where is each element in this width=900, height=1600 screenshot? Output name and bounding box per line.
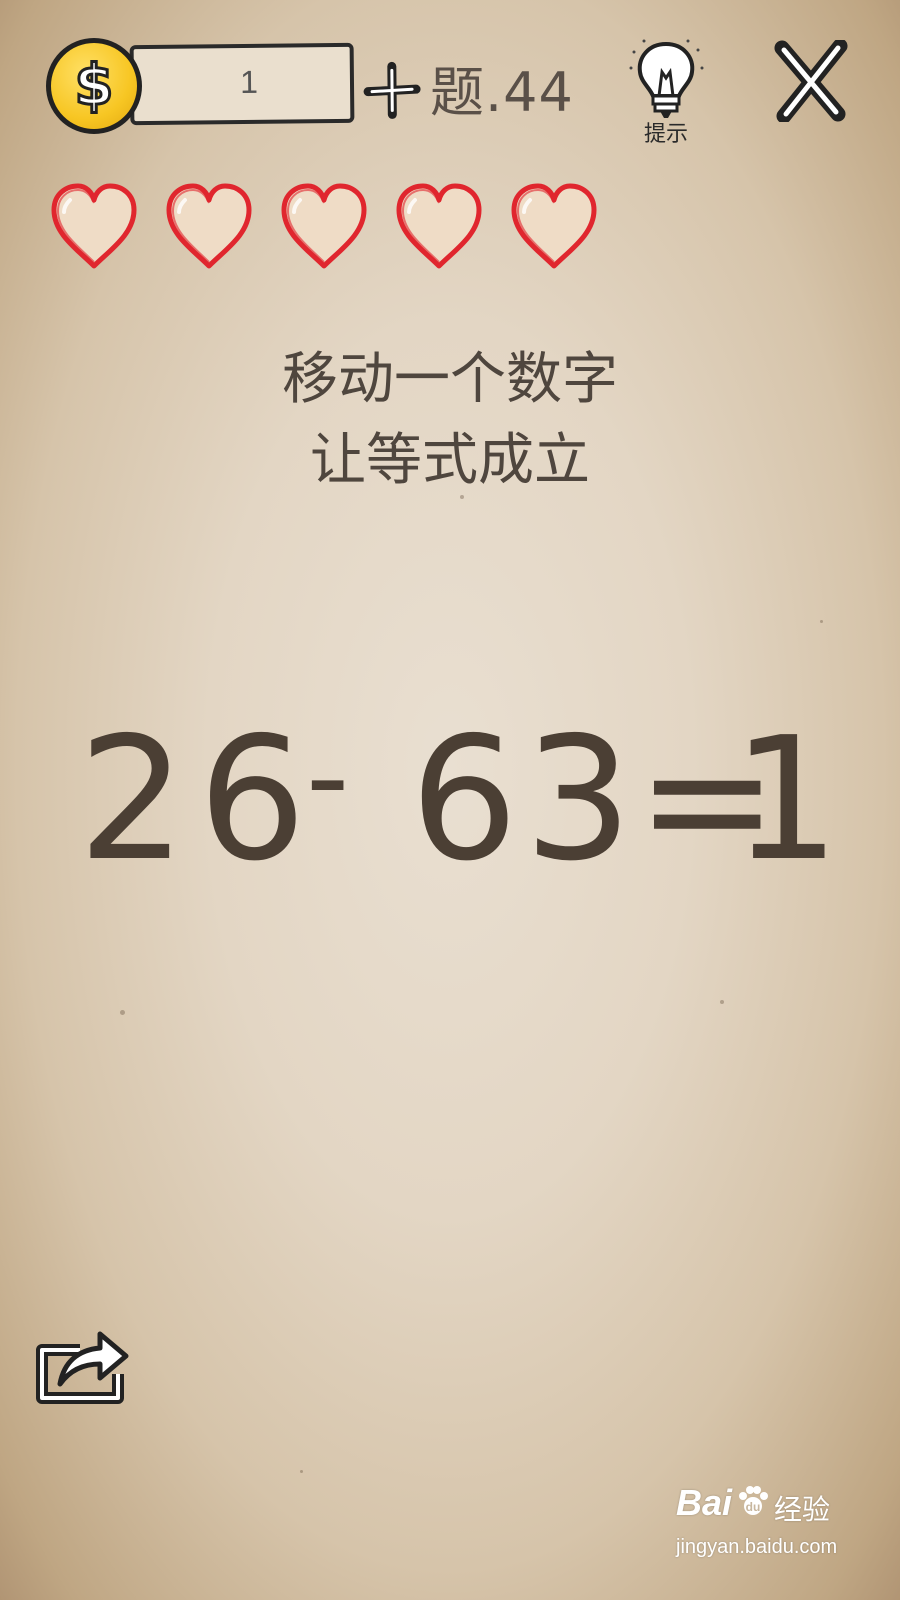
paper-speck <box>720 1000 724 1004</box>
equation-left-number[interactable]: 26 <box>78 700 318 900</box>
heart-icon <box>508 180 600 274</box>
heart-icon <box>393 180 485 274</box>
heart-icon <box>278 180 370 274</box>
watermark-brand: Bai <box>676 1482 733 1523</box>
paw-icon: du <box>739 1486 768 1515</box>
lightbulb-icon <box>629 39 704 118</box>
share-button[interactable] <box>34 1322 130 1406</box>
equation-result[interactable]: 1 <box>732 700 840 900</box>
heart-icon <box>48 180 140 274</box>
coin-count: 1 <box>239 63 259 101</box>
paper-speck <box>120 1010 125 1015</box>
dollar-symbol: $ <box>73 52 115 120</box>
watermark-cn: 经验 <box>774 1493 831 1526</box>
svg-text:du: du <box>746 1500 761 1514</box>
level-title: 题.44 <box>430 61 574 124</box>
paper-speck <box>300 1470 303 1473</box>
equation: 26 - 63 = 1 <box>0 700 900 900</box>
coin-icon: $ <box>46 38 142 134</box>
instruction-line-2: 让等式成立 <box>310 428 590 493</box>
hint-button[interactable]: 提示 <box>626 38 706 152</box>
heart-icon <box>163 180 255 274</box>
share-icon <box>36 1331 129 1404</box>
instruction-line-1: 移动一个数字 <box>282 347 618 412</box>
equation-right-number[interactable]: 63 <box>410 700 638 900</box>
add-coins-button[interactable] <box>362 60 423 121</box>
paper-speck <box>820 620 823 623</box>
coin-counter: 1 <box>129 42 421 126</box>
baidu-watermark: Bai du 经验 jingyan.baidu.com <box>676 1478 876 1578</box>
close-button[interactable] <box>772 38 850 124</box>
coin-bar: 1 $ <box>46 38 421 134</box>
hint-label: 提示 <box>643 122 688 147</box>
equation-operator: - <box>306 708 350 847</box>
watermark-url: jingyan.baidu.com <box>676 1536 838 1558</box>
close-icon <box>774 38 848 124</box>
plus-icon <box>363 61 421 119</box>
lives-hearts <box>48 180 608 280</box>
